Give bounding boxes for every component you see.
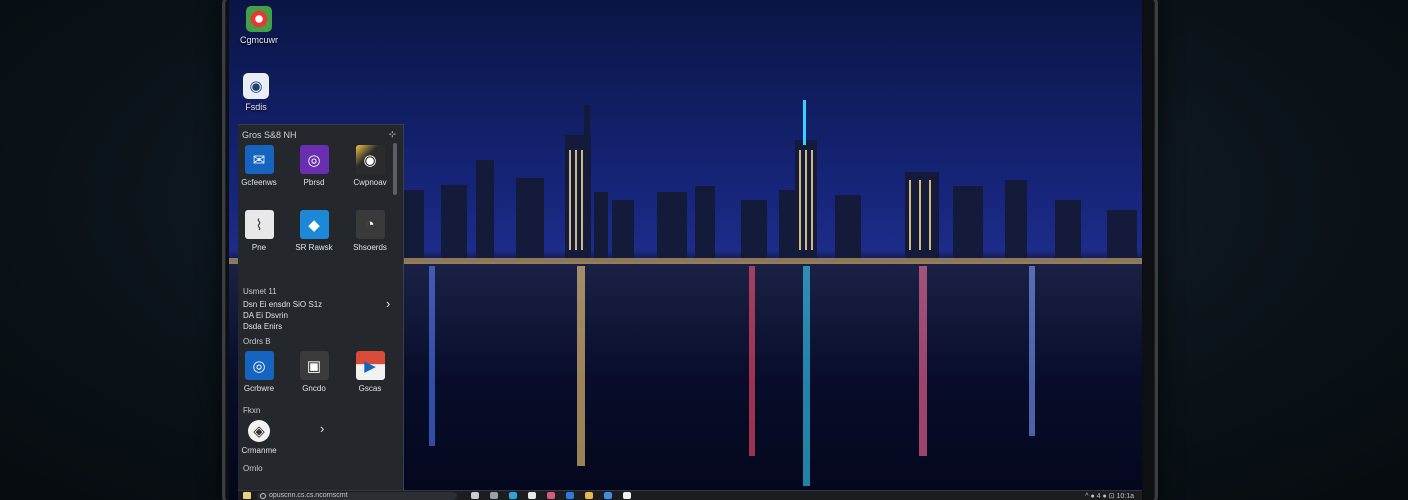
app-label: Crmanme xyxy=(241,446,277,455)
system-tray-text: ^ ● 4 ● ⊡ 10:1a xyxy=(1085,492,1134,500)
edge-icon: ◆ xyxy=(299,210,329,239)
section-title: Usmet 11 xyxy=(243,287,277,296)
pinned-app-label: Pbrsd xyxy=(303,178,325,187)
start-button[interactable] xyxy=(243,492,251,499)
store-icon: ▣ xyxy=(299,351,329,380)
section-title: Ordrs B xyxy=(243,337,271,346)
desktop-icon-chrome[interactable]: Cgmcuwr xyxy=(229,6,289,45)
app-label: Gscas xyxy=(358,384,382,393)
app-label: Gncdo xyxy=(302,384,326,393)
pinned-app-label: Cwpnoav xyxy=(353,178,387,187)
shield-icon: ◈ xyxy=(248,420,270,442)
taskbar-app-icon[interactable] xyxy=(585,492,593,499)
taskbar-app-icon[interactable] xyxy=(604,492,612,499)
settings-icon: ◔ xyxy=(355,210,385,239)
chevron-right-icon[interactable]: › xyxy=(320,421,324,436)
target-icon: ◎ xyxy=(244,351,274,380)
mail-icon: ✉ xyxy=(244,145,274,174)
pinned-app-mail[interactable]: ✉ Gcfeenws xyxy=(238,145,287,187)
chrome-icon xyxy=(246,6,272,32)
section-title: Fkxn xyxy=(243,406,261,415)
search-input[interactable]: opuscnn.cs.cs.ncornscmt xyxy=(257,491,457,500)
purple-app-icon: ◎ xyxy=(299,145,329,174)
desktop-icon-label: Cgmcuwr xyxy=(239,35,278,45)
camera-icon: ◉ xyxy=(355,145,385,174)
pinned-app-chart[interactable]: ⌇ Pne xyxy=(238,210,287,252)
search-icon xyxy=(260,492,266,499)
desktop-icon-label: Fsdis xyxy=(245,102,267,112)
taskbar-app-icon[interactable] xyxy=(528,492,536,499)
recent-item[interactable]: Dsda Enirs xyxy=(243,322,282,331)
start-menu: Gros S&8 NH ⊹ ✉ Gcfeenws ◎ Pbrsd ◉ Cwpno… xyxy=(238,124,404,490)
taskbar-app-icon[interactable] xyxy=(471,492,479,499)
start-menu-footer: Ornlo xyxy=(243,464,263,473)
app-target[interactable]: ◎ Gcrbwre xyxy=(238,351,287,393)
app-store[interactable]: ▣ Gncdo xyxy=(286,351,342,393)
recent-item[interactable]: DA Ei Dsvrin xyxy=(243,311,288,320)
taskbar-app-icon[interactable] xyxy=(566,492,574,499)
pinned-app-label: SR Rawsk xyxy=(295,243,333,252)
pinned-app-camera[interactable]: ◉ Cwpnoav xyxy=(342,145,398,187)
recent-item[interactable]: Dsn Ei ensdn SiO S1z xyxy=(243,300,322,309)
search-input-text: opuscnn.cs.cs.ncornscmt xyxy=(269,492,348,499)
app-shield[interactable]: ◈ Crmanme xyxy=(238,420,287,455)
pinned-app-edge[interactable]: ◆ SR Rawsk xyxy=(286,210,342,252)
taskbar-app-icon[interactable] xyxy=(623,492,631,499)
taskbar-apps xyxy=(471,492,631,499)
play-icon: ▶ xyxy=(355,351,385,380)
start-menu-header: Gros S&8 NH xyxy=(242,130,297,140)
pinned-app-settings[interactable]: ◔ Shsoerds xyxy=(342,210,398,252)
pinned-app-label: Shsoerds xyxy=(353,243,387,252)
desktop-icon-folder[interactable]: ◉ Fsdis xyxy=(229,73,286,112)
chart-icon: ⌇ xyxy=(244,210,274,239)
pin-icon[interactable]: ⊹ xyxy=(388,129,396,140)
pinned-app-label: Gcfeenws xyxy=(241,178,277,187)
pinned-app-label: Pne xyxy=(251,243,267,252)
pinned-app-purple[interactable]: ◎ Pbrsd xyxy=(286,145,342,187)
taskbar-app-icon[interactable] xyxy=(547,492,555,499)
taskbar-app-icon[interactable] xyxy=(490,492,498,499)
folder-icon: ◉ xyxy=(243,73,269,99)
taskbar-app-icon[interactable] xyxy=(509,492,517,499)
app-label: Gcrbwre xyxy=(243,384,275,393)
taskbar: opuscnn.cs.cs.ncornscmt ^ ● 4 ● ⊡ 10:1a xyxy=(238,490,1142,500)
app-play[interactable]: ▶ Gscas xyxy=(342,351,398,393)
chevron-right-icon[interactable]: › xyxy=(386,296,390,311)
system-tray[interactable]: ^ ● 4 ● ⊡ 10:1a xyxy=(1085,492,1134,500)
